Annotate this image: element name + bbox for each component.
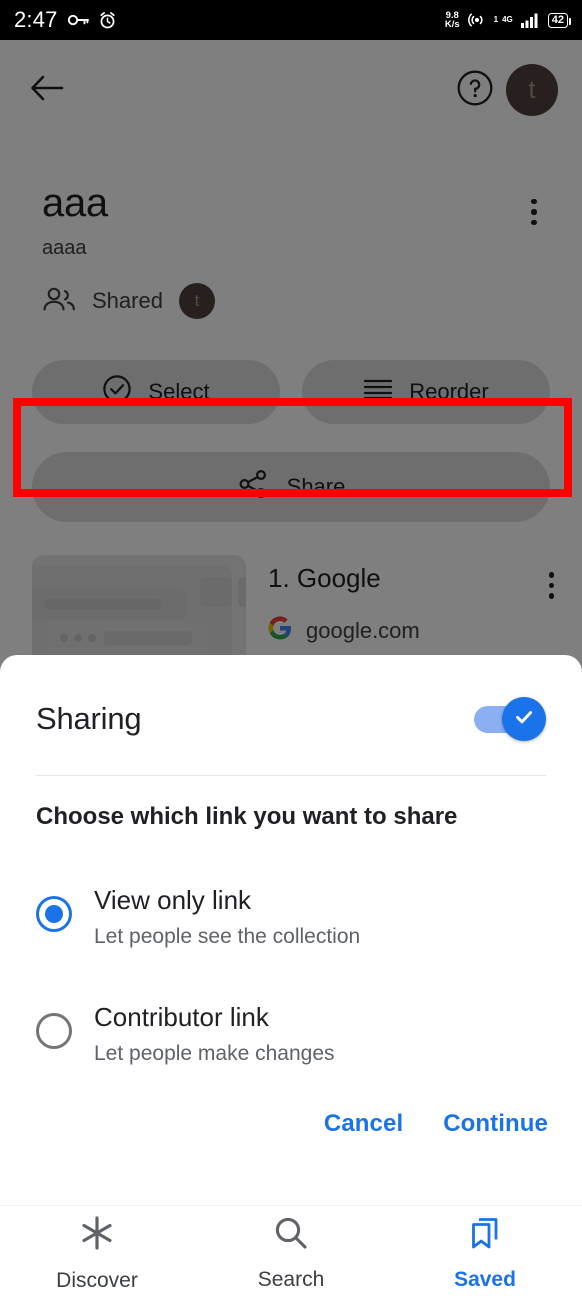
collections-bookmark-icon — [466, 1214, 504, 1257]
share-button[interactable]: Share — [32, 452, 550, 522]
shared-avatar-initial: t — [194, 291, 200, 310]
option-view-only-link[interactable]: View only link Let people see the collec… — [36, 883, 546, 951]
network-type-label: 4G — [502, 15, 513, 24]
app-bar: t — [0, 40, 582, 140]
nav-item-discover[interactable]: Discover — [0, 1213, 194, 1293]
alarm-icon — [98, 11, 117, 30]
sheet-title: Sharing — [36, 701, 142, 736]
battery-indicator: 42 — [547, 12, 571, 28]
nav-item-saved[interactable]: Saved — [388, 1214, 582, 1292]
radio-button-selected[interactable] — [36, 896, 72, 932]
reorder-lines-icon — [363, 377, 393, 407]
list-item-url-row: google.com — [268, 616, 550, 645]
signal-bars-icon — [520, 13, 540, 28]
sharing-toggle[interactable] — [474, 697, 546, 741]
back-arrow-icon — [30, 75, 64, 106]
sharing-bottom-sheet: Sharing Choose which link you want to sh… — [0, 655, 582, 1205]
continue-button[interactable]: Continue — [443, 1110, 548, 1138]
bottom-navigation-bar: Discover Search Saved — [0, 1205, 582, 1300]
sim-label: 1 — [493, 15, 499, 24]
people-icon — [42, 286, 76, 317]
collection-overflow-button[interactable] — [510, 188, 558, 236]
key-icon — [67, 12, 89, 28]
reorder-label: Reorder — [409, 379, 489, 404]
option-text-block: Contributor link Let people make changes — [94, 1000, 335, 1068]
option-label: Contributor link — [94, 1002, 269, 1032]
select-button[interactable]: Select — [32, 360, 280, 424]
shared-avatar[interactable]: t — [178, 283, 215, 319]
action-chip-row: Select Reorder — [0, 360, 582, 424]
help-button[interactable] — [452, 67, 498, 113]
option-text-block: View only link Let people see the collec… — [94, 883, 360, 951]
app-screen: 2:47 9.8 K/s 1 4G 42 t aaa aaaa Shared t… — [0, 0, 582, 1300]
check-circle-icon — [102, 374, 132, 410]
back-button[interactable] — [24, 67, 70, 113]
avatar-initial: t — [528, 75, 536, 104]
status-bar: 2:47 9.8 K/s 1 4G 42 — [0, 0, 582, 40]
google-g-icon — [268, 616, 292, 645]
nav-item-search[interactable]: Search — [194, 1214, 388, 1292]
sheet-header: Sharing — [0, 655, 582, 741]
share-label: Share — [286, 474, 346, 499]
status-bar-clock: 2:47 — [14, 7, 58, 32]
sim-indicator: 1 — [494, 16, 498, 24]
select-label: Select — [148, 379, 210, 404]
shared-row[interactable]: Shared t — [42, 283, 540, 319]
list-item-title: 1. Google — [268, 563, 381, 593]
nav-label-discover: Discover — [56, 1269, 138, 1292]
status-bar-left: 2:47 — [14, 7, 117, 33]
network-speed-indicator: 9.8 K/s — [444, 10, 460, 30]
toggle-thumb — [502, 697, 546, 741]
nav-label-saved: Saved — [454, 1268, 516, 1291]
collection-header: aaa aaaa Shared t — [0, 180, 582, 319]
hotspot-icon — [467, 11, 486, 29]
status-bar-right: 9.8 K/s 1 4G 42 — [444, 10, 571, 30]
sheet-action-row: Cancel Continue — [324, 1110, 548, 1138]
share-button-row: Share — [0, 452, 582, 522]
cancel-button[interactable]: Cancel — [324, 1110, 403, 1138]
check-icon — [512, 705, 536, 734]
list-item-overflow-button[interactable] — [548, 572, 554, 599]
radio-button-unselected[interactable] — [36, 1013, 72, 1049]
share-nodes-icon — [237, 468, 269, 506]
more-vertical-icon — [548, 572, 554, 599]
option-description: Let people make changes — [94, 1042, 335, 1065]
collection-subtitle: aaaa — [42, 237, 87, 259]
option-description: Let people see the collection — [94, 925, 361, 948]
help-circle-icon — [456, 69, 494, 112]
shared-label: Shared — [92, 288, 163, 313]
search-icon — [272, 1214, 310, 1257]
avatar[interactable]: t — [506, 64, 558, 116]
list-item-url: google.com — [306, 617, 420, 643]
page-title: aaa — [42, 181, 108, 225]
option-label: View only link — [94, 885, 252, 915]
sheet-divider — [36, 775, 546, 776]
asterisk-icon — [77, 1213, 117, 1258]
nav-label-search: Search — [257, 1268, 325, 1291]
option-contributor-link[interactable]: Contributor link Let people make changes — [36, 1000, 546, 1068]
reorder-button[interactable]: Reorder — [302, 360, 550, 424]
sheet-subtitle: Choose which link you want to share — [36, 803, 458, 830]
more-vertical-icon — [531, 198, 537, 226]
network-speed-unit: K/s — [444, 19, 460, 30]
